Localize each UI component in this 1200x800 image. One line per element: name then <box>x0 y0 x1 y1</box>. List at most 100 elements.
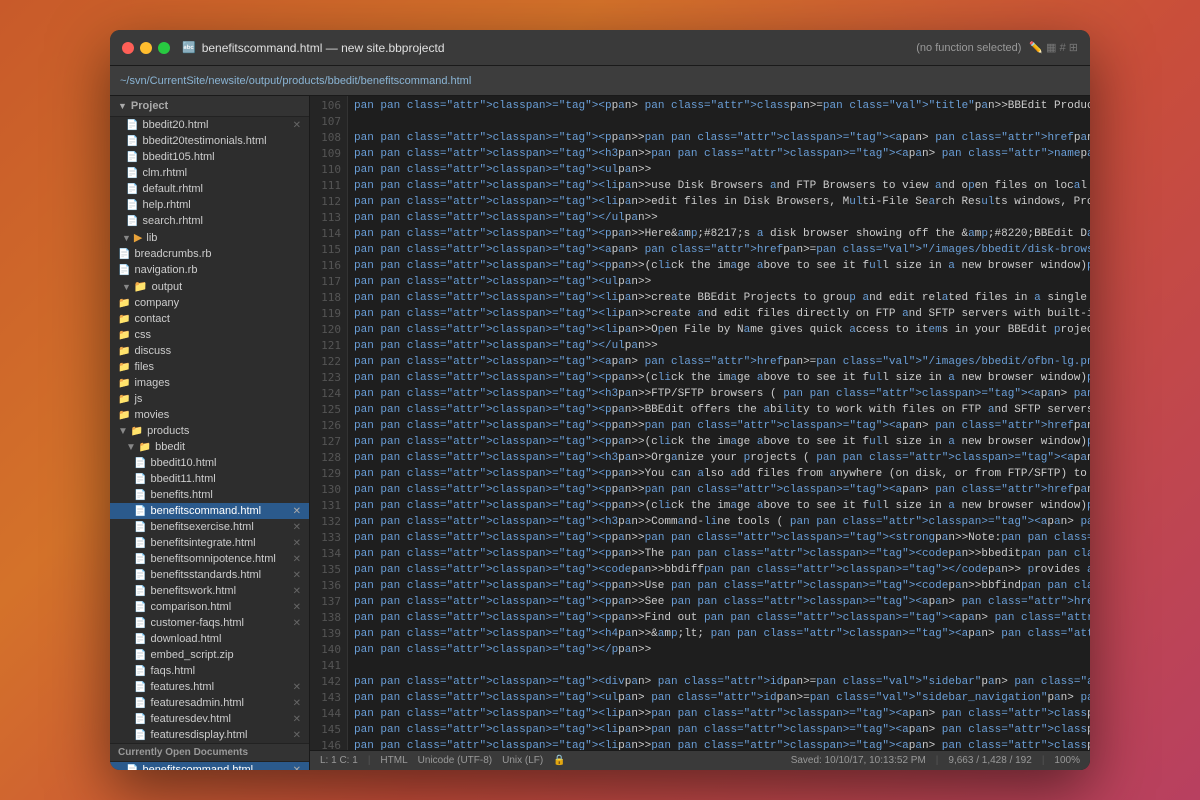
item-label: contact <box>134 313 169 325</box>
sidebar-folder-output[interactable]: ▼ 📁 output <box>110 278 309 295</box>
folder-icon: 📁 <box>118 410 130 421</box>
line-numbers: 1061071081091101111121131141151161171181… <box>310 96 348 750</box>
file-icon: 📄 <box>134 474 146 485</box>
sidebar-item-contact[interactable]: 📁 contact <box>110 311 309 327</box>
sidebar-item-benefitsstandards[interactable]: 📄 benefitsstandards.html ✕ <box>110 567 309 583</box>
close-button[interactable] <box>122 42 134 54</box>
code-line: pan pan class="attr">classpan>="tag"><pp… <box>354 418 1090 434</box>
item-label: featuresdisplay.html <box>150 729 247 741</box>
item-label: bbedit10.html <box>150 457 216 469</box>
sidebar-item-featuresdisplay[interactable]: 📄 featuresdisplay.html ✕ <box>110 727 309 743</box>
close-icon[interactable]: ✕ <box>293 120 301 131</box>
close-icon[interactable]: ✕ <box>293 522 301 533</box>
sidebar-item-discuss[interactable]: 📁 discuss <box>110 343 309 359</box>
sidebar-item-js[interactable]: 📁 js <box>110 391 309 407</box>
sidebar-item-faqs[interactable]: 📄 faqs.html <box>110 663 309 679</box>
sidebar-item-comparison[interactable]: 📄 comparison.html ✕ <box>110 599 309 615</box>
sidebar-item-featuresdev[interactable]: 📄 featuresdev.html ✕ <box>110 711 309 727</box>
function-selector[interactable]: (no function selected) <box>916 42 1021 54</box>
sidebar-item-bbedit11[interactable]: 📄 bbedit11.html <box>110 471 309 487</box>
sidebar-item-bbedit105[interactable]: 📄 bbedit105.html <box>110 149 309 165</box>
item-label: css <box>134 329 151 341</box>
folder-icon: 📁 <box>134 280 148 293</box>
sidebar-item-css[interactable]: 📁 css <box>110 327 309 343</box>
sidebar-item-help[interactable]: 📄 help.rhtml <box>110 197 309 213</box>
code-line <box>354 114 1090 130</box>
line-endings-indicator[interactable]: Unix (LF) <box>502 755 543 766</box>
zoom-level[interactable]: 100% <box>1054 755 1080 766</box>
project-section-header[interactable]: ▼ Project <box>110 96 309 117</box>
sidebar-folder-lib[interactable]: ▼ ▶ lib <box>110 229 309 246</box>
code-line: pan pan class="attr">classpan>="tag"><pp… <box>354 466 1090 482</box>
code-line: pan pan class="attr">classpan>="tag"><li… <box>354 722 1090 738</box>
char-count: 9,663 / 1,428 / 192 <box>948 755 1031 766</box>
close-icon[interactable]: ✕ <box>293 765 301 771</box>
sidebar-item-bbedit20t[interactable]: 📄 bbedit20testimonials.html <box>110 133 309 149</box>
sidebar-item-company[interactable]: 📁 company <box>110 295 309 311</box>
folder-icon: 📁 <box>118 346 130 357</box>
item-label: search.rhtml <box>142 215 203 227</box>
item-label: benefits.html <box>150 489 212 501</box>
sidebar-open-benefitscommand[interactable]: 📄 benefitscommand.html ✕ <box>110 762 309 770</box>
sidebar-item-bbedit-folder[interactable]: ▼ 📁 bbedit <box>110 439 309 455</box>
sidebar-item-movies[interactable]: 📁 movies <box>110 407 309 423</box>
item-label: files <box>134 361 154 373</box>
code-line: pan pan class="attr">classpan>="tag"></u… <box>354 210 1090 226</box>
close-icon[interactable]: ✕ <box>293 714 301 725</box>
sidebar-item-breadcrumbs[interactable]: 📄 breadcrumbs.rb <box>110 246 309 262</box>
close-icon[interactable]: ✕ <box>293 682 301 693</box>
sidebar-item-featuresadmin[interactable]: 📄 featuresadmin.html ✕ <box>110 695 309 711</box>
close-icon[interactable]: ✕ <box>293 570 301 581</box>
sidebar-item-benefitsexercise[interactable]: 📄 benefitsexercise.html ✕ <box>110 519 309 535</box>
encoding-indicator[interactable]: Unicode (UTF-8) <box>418 755 492 766</box>
sidebar-item-benefitsintegrate[interactable]: 📄 benefitsintegrate.html ✕ <box>110 535 309 551</box>
close-icon[interactable]: ✕ <box>293 618 301 629</box>
close-icon[interactable]: ✕ <box>293 586 301 597</box>
sidebar-item-benefitscommand[interactable]: 📄 benefitscommand.html ✕ <box>110 503 309 519</box>
item-label: faqs.html <box>150 665 195 677</box>
close-icon[interactable]: ✕ <box>293 554 301 565</box>
item-label: benefitsomnipotence.html <box>150 553 275 565</box>
file-icon: 📄 <box>118 265 130 276</box>
lock-icon: 🔒 <box>553 755 565 766</box>
sidebar-item-embedscript[interactable]: 📄 embed_script.zip <box>110 647 309 663</box>
language-indicator[interactable]: HTML <box>380 755 407 766</box>
sidebar-item-clm[interactable]: 📄 clm.rhtml <box>110 165 309 181</box>
window-title: benefitscommand.html — new site.bbprojec… <box>202 41 445 55</box>
arrow-icon: ▼ <box>118 101 127 111</box>
close-icon[interactable]: ✕ <box>293 730 301 741</box>
sidebar-item-benefitsomnipotence[interactable]: 📄 benefitsomnipotence.html ✕ <box>110 551 309 567</box>
sidebar-item-default[interactable]: 📄 default.rhtml <box>110 181 309 197</box>
sidebar-item-bbedit10[interactable]: 📄 bbedit10.html <box>110 455 309 471</box>
close-icon[interactable]: ✕ <box>293 506 301 517</box>
sidebar-item-benefits[interactable]: 📄 benefits.html <box>110 487 309 503</box>
folder-icon: 📁 <box>118 394 130 405</box>
close-icon[interactable]: ✕ <box>293 698 301 709</box>
item-label: images <box>134 377 169 389</box>
close-icon[interactable]: ✕ <box>293 602 301 613</box>
sidebar-item-bbedit20[interactable]: 📄 bbedit20.html ✕ <box>110 117 309 133</box>
sidebar-item-images[interactable]: 📁 images <box>110 375 309 391</box>
cursor-position: L: 1 C: 1 <box>320 755 358 766</box>
sidebar-item-download[interactable]: 📄 download.html <box>110 631 309 647</box>
item-label: benefitsexercise.html <box>150 521 253 533</box>
file-icon: 📄 <box>134 650 146 661</box>
code-line: pan pan class="attr">classpan>="tag"><li… <box>354 706 1090 722</box>
sidebar-item-customerfaqs[interactable]: 📄 customer-faqs.html ✕ <box>110 615 309 631</box>
close-icon[interactable]: ✕ <box>293 538 301 549</box>
fullscreen-button[interactable] <box>158 42 170 54</box>
file-icon: 📄 <box>134 554 146 565</box>
sidebar-item-navigation[interactable]: 📄 navigation.rb <box>110 262 309 278</box>
file-icon: 📄 <box>134 506 146 517</box>
sidebar-item-products[interactable]: ▼ 📁 products <box>110 423 309 439</box>
file-icon: 📄 <box>126 184 138 195</box>
folder-icon: 📁 <box>118 314 130 325</box>
code-view[interactable]: pan pan class="attr">classpan>="tag"><pp… <box>348 96 1090 750</box>
sidebar-item-search[interactable]: 📄 search.rhtml <box>110 213 309 229</box>
sidebar-item-features[interactable]: 📄 features.html ✕ <box>110 679 309 695</box>
minimize-button[interactable] <box>140 42 152 54</box>
folder-icon: 📁 <box>118 298 130 309</box>
sidebar-item-benefitswork[interactable]: 📄 benefitswork.html ✕ <box>110 583 309 599</box>
sidebar-item-files[interactable]: 📁 files <box>110 359 309 375</box>
code-line: pan pan class="attr">classpan>="tag"><pp… <box>354 498 1090 514</box>
